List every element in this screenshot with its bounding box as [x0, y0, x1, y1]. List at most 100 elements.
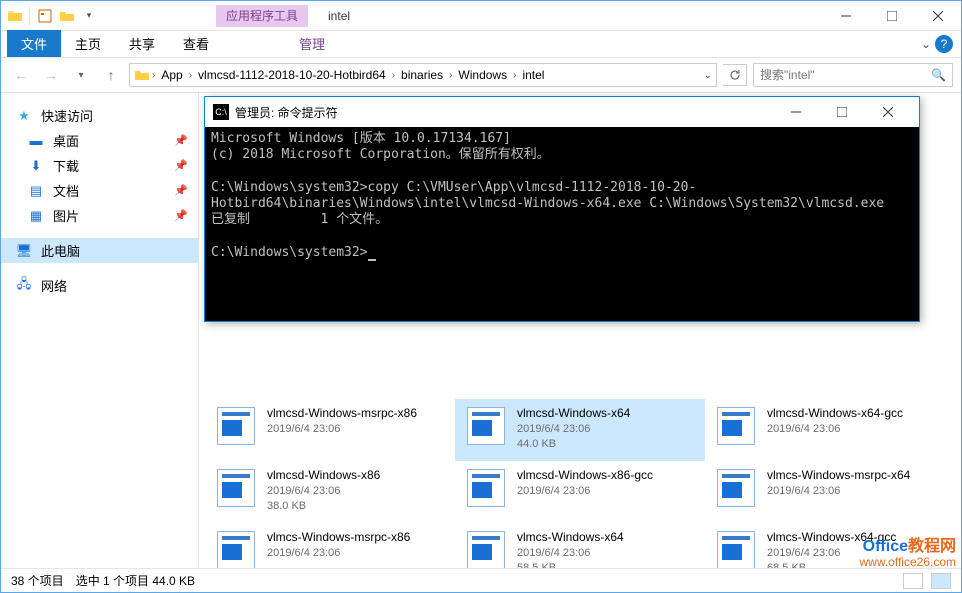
- file-name: vlmcsd-Windows-x64: [517, 405, 630, 422]
- qat-properties-icon[interactable]: [36, 7, 54, 25]
- sidebar-quick-access[interactable]: ★快速访问: [1, 103, 198, 128]
- file-name: vlmcsd-Windows-x64-gcc: [767, 405, 903, 422]
- sidebar-this-pc[interactable]: 🖥此电脑: [1, 238, 198, 263]
- exe-icon: [215, 529, 257, 568]
- qat-newfolder-icon[interactable]: [58, 7, 76, 25]
- file-item[interactable]: vlmcsd-Windows-x862019/6/4 23:0638.0 KB: [205, 461, 455, 523]
- address-bar[interactable]: › App› vlmcsd-1112-2018-10-20-Hotbird64›…: [129, 63, 717, 87]
- maximize-button[interactable]: [869, 1, 915, 31]
- tab-view[interactable]: 查看: [169, 30, 223, 57]
- refresh-button[interactable]: [723, 64, 747, 86]
- sidebar-desktop[interactable]: ▬桌面📌: [1, 128, 198, 153]
- pin-icon: 📌: [174, 209, 188, 222]
- file-date: 2019/6/4 23:06: [267, 484, 380, 499]
- file-item[interactable]: vlmcsd-Windows-x86-gcc2019/6/4 23:06: [455, 461, 705, 523]
- tab-manage[interactable]: 管理: [285, 30, 339, 57]
- exe-icon: [465, 467, 507, 509]
- tab-home[interactable]: 主页: [61, 30, 115, 57]
- download-icon: ⬇: [27, 157, 45, 175]
- file-item[interactable]: vlmcs-Windows-msrpc-x862019/6/4 23:06: [205, 523, 455, 568]
- breadcrumb-seg[interactable]: Windows: [454, 68, 511, 82]
- forward-button[interactable]: →: [39, 63, 63, 87]
- cmd-window: C:\ 管理员: 命令提示符 Microsoft Windows [版本 10.…: [204, 96, 920, 322]
- minimize-button[interactable]: [823, 1, 869, 31]
- cmd-titlebar[interactable]: C:\ 管理员: 命令提示符: [205, 97, 919, 127]
- cmd-icon: C:\: [213, 104, 229, 120]
- up-button[interactable]: ↑: [99, 63, 123, 87]
- exe-icon: [465, 405, 507, 447]
- file-date: 2019/6/4 23:06: [767, 422, 903, 437]
- pin-icon: 📌: [174, 159, 188, 172]
- file-date: 2019/6/4 23:06: [517, 422, 630, 437]
- qat-dropdown-icon[interactable]: ▾: [80, 7, 98, 25]
- file-date: 2019/6/4 23:06: [517, 484, 653, 499]
- breadcrumb-seg[interactable]: intel: [518, 68, 548, 82]
- search-icon[interactable]: 🔍: [931, 68, 946, 82]
- status-item-count: 38 个项目: [11, 572, 64, 589]
- watermark: Office教程网 www.office26.com: [860, 538, 957, 569]
- file-name: vlmcs-Windows-msrpc-x86: [267, 529, 410, 546]
- file-item[interactable]: vlmcsd-Windows-msrpc-x862019/6/4 23:06: [205, 399, 455, 461]
- exe-icon: [215, 405, 257, 447]
- recent-dropdown-icon[interactable]: ▾: [69, 63, 93, 87]
- tab-file[interactable]: 文件: [7, 30, 61, 57]
- sidebar-pictures[interactable]: ▦图片📌: [1, 203, 198, 228]
- status-bar: 38 个项目 选中 1 个项目 44.0 KB: [1, 568, 961, 592]
- file-date: 2019/6/4 23:06: [267, 422, 417, 437]
- close-button[interactable]: [915, 1, 961, 31]
- cmd-output[interactable]: Microsoft Windows [版本 10.0.17134.167] (c…: [205, 127, 919, 321]
- document-icon: ▤: [27, 182, 45, 200]
- help-icon[interactable]: ?: [935, 35, 953, 53]
- picture-icon: ▦: [27, 207, 45, 225]
- breadcrumb-seg[interactable]: binaries: [397, 68, 447, 82]
- file-size: 44.0 KB: [517, 437, 630, 452]
- desktop-icon: ▬: [27, 132, 45, 150]
- file-item[interactable]: vlmcs-Windows-msrpc-x642019/6/4 23:06: [705, 461, 955, 523]
- file-name: vlmcsd-Windows-x86: [267, 467, 380, 484]
- file-date: 2019/6/4 23:06: [267, 546, 410, 561]
- file-name: vlmcs-Windows-x64: [517, 529, 624, 546]
- sidebar: ★快速访问 ▬桌面📌 ⬇下载📌 ▤文档📌 ▦图片📌 🖥此电脑 🖧网络: [1, 93, 199, 568]
- exe-icon: [715, 529, 757, 568]
- exe-icon: [715, 405, 757, 447]
- search-box[interactable]: 🔍: [753, 63, 953, 87]
- search-input[interactable]: [760, 68, 931, 82]
- cmd-close-button[interactable]: [865, 97, 911, 127]
- back-button[interactable]: ←: [9, 63, 33, 87]
- context-tab: 应用程序工具: [216, 5, 308, 27]
- file-date: 2019/6/4 23:06: [517, 546, 624, 561]
- sidebar-network[interactable]: 🖧网络: [1, 273, 198, 298]
- network-icon: 🖧: [15, 277, 33, 295]
- cmd-maximize-button[interactable]: [819, 97, 865, 127]
- folder-icon: [7, 8, 23, 24]
- file-name: vlmcs-Windows-msrpc-x64: [767, 467, 910, 484]
- star-icon: ★: [15, 107, 33, 125]
- breadcrumb-seg[interactable]: vlmcsd-1112-2018-10-20-Hotbird64: [194, 68, 390, 82]
- folder-icon: [134, 67, 150, 83]
- window-title: intel: [328, 9, 350, 23]
- view-large-button[interactable]: [931, 573, 951, 589]
- ribbon-collapse-icon[interactable]: ⌄: [921, 37, 931, 51]
- pin-icon: 📌: [174, 184, 188, 197]
- sidebar-documents[interactable]: ▤文档📌: [1, 178, 198, 203]
- file-name: vlmcsd-Windows-x86-gcc: [517, 467, 653, 484]
- view-details-button[interactable]: [903, 573, 923, 589]
- status-selection: 选中 1 个项目 44.0 KB: [76, 572, 195, 589]
- exe-icon: [715, 467, 757, 509]
- sidebar-downloads[interactable]: ⬇下载📌: [1, 153, 198, 178]
- cmd-minimize-button[interactable]: [773, 97, 819, 127]
- tab-share[interactable]: 共享: [115, 30, 169, 57]
- pc-icon: 🖥: [15, 242, 33, 260]
- file-date: 2019/6/4 23:06: [767, 484, 910, 499]
- file-item[interactable]: vlmcsd-Windows-x64-gcc2019/6/4 23:06: [705, 399, 955, 461]
- navbar: ← → ▾ ↑ › App› vlmcsd-1112-2018-10-20-Ho…: [1, 58, 961, 92]
- breadcrumb-seg[interactable]: App: [157, 68, 186, 82]
- file-item[interactable]: vlmcs-Windows-x642019/6/4 23:0658.5 KB: [455, 523, 705, 568]
- file-name: vlmcsd-Windows-msrpc-x86: [267, 405, 417, 422]
- chevron-right-icon[interactable]: ›: [150, 70, 157, 81]
- file-item[interactable]: vlmcsd-Windows-x642019/6/4 23:0644.0 KB: [455, 399, 705, 461]
- titlebar: ▾ 应用程序工具 intel: [1, 1, 961, 31]
- cmd-title-text: 管理员: 命令提示符: [235, 104, 338, 121]
- address-dropdown-icon[interactable]: ⌄: [704, 70, 712, 81]
- file-size: 58.5 KB: [517, 561, 624, 568]
